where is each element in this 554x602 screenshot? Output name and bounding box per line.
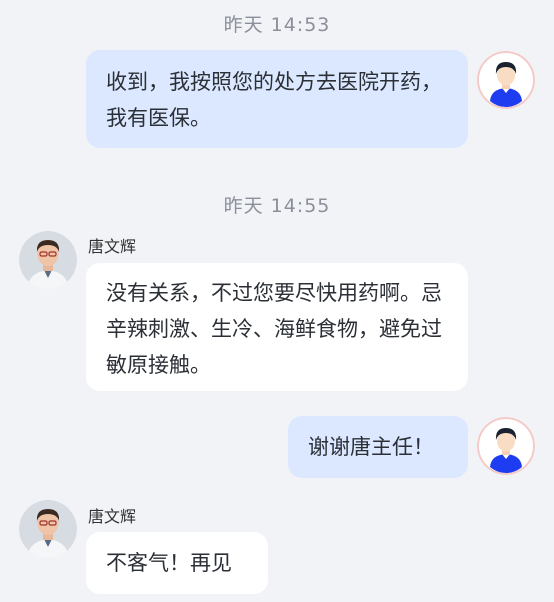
user-avatar-icon[interactable] (477, 417, 535, 475)
incoming-message-bubble[interactable]: 不客气！再见 (86, 532, 268, 594)
doctor-avatar[interactable] (19, 231, 77, 289)
message-timestamp: 昨天 14:55 (223, 195, 331, 217)
sender-name: 唐文辉 (88, 237, 137, 256)
doctor-avatar[interactable] (19, 500, 77, 558)
outgoing-message-bubble[interactable]: 谢谢唐主任！ (288, 416, 468, 478)
user-avatar-icon[interactable] (477, 51, 535, 109)
message-timestamp: 昨天 14:53 (223, 14, 331, 36)
sender-name: 唐文辉 (88, 507, 137, 526)
outgoing-message-bubble[interactable]: 收到，我按照您的处方去医院开药，我有医保。 (86, 50, 468, 148)
incoming-message-bubble[interactable]: 没有关系，不过您要尽快用药啊。忌辛辣刺激、生冷、海鲜食物，避免过敏原接触。 (86, 263, 468, 391)
